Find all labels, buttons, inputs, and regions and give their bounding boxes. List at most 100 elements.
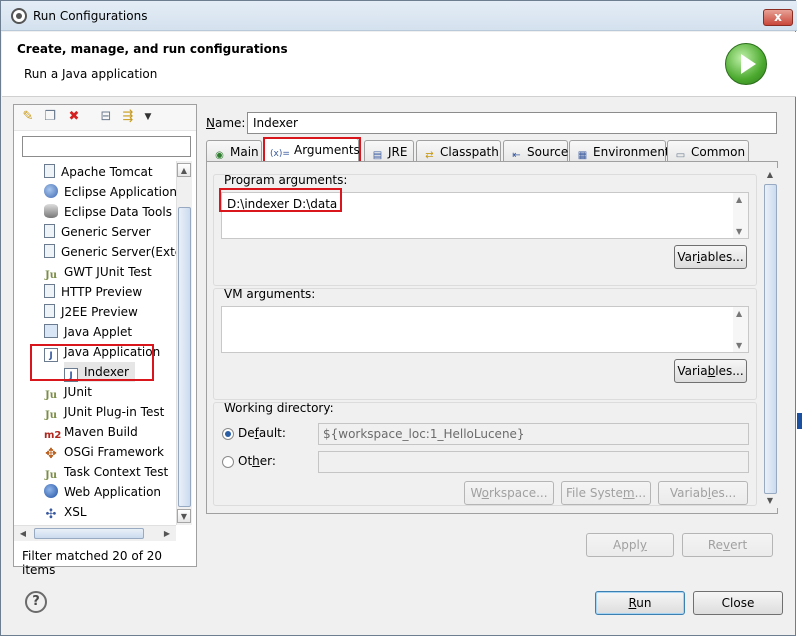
scroll-thumb[interactable] [34, 528, 144, 539]
applet-icon [44, 324, 58, 338]
banner-subtitle: Run a Java application [24, 67, 158, 81]
highlight-java-application [30, 344, 154, 381]
filter-input[interactable] [22, 136, 191, 157]
tree-item-osgi-framework[interactable]: ✥ OSGi Framework [44, 442, 164, 462]
tab-label: Main [230, 145, 259, 159]
run-button[interactable]: Run [595, 591, 685, 615]
tab-classpath[interactable]: ⇄ Classpath [416, 140, 501, 162]
web-app-icon [44, 484, 58, 498]
filter-icon[interactable]: ⇶ [120, 109, 136, 125]
scroll-thumb[interactable] [764, 184, 777, 494]
tree-vertical-scrollbar[interactable]: ▲ ▼ [176, 161, 192, 525]
tree-item-maven-build[interactable]: m2 Maven Build [44, 422, 138, 442]
tree-item-label: JUnit Plug-in Test [64, 405, 165, 419]
tree-item-xsl[interactable]: ✣ XSL [44, 502, 87, 522]
name-label: Name: [206, 116, 246, 130]
tree-item-label: Generic Server [61, 225, 151, 239]
run-icon [725, 43, 767, 85]
tree-item-label: Eclipse Data Tools [64, 205, 172, 219]
junit-icon: Ju [44, 270, 57, 281]
program-arguments-label: Program arguments: [224, 173, 348, 187]
scroll-left-arrow[interactable]: ◀ [16, 527, 30, 541]
tree-horizontal-scrollbar[interactable]: ◀ ▶ [14, 525, 176, 541]
tree-item-label: XSL [64, 505, 87, 519]
tree-item-apache-tomcat[interactable]: Apache Tomcat [44, 162, 153, 182]
duplicate-icon[interactable]: ❐ [42, 109, 58, 125]
window-title: Run Configurations [33, 9, 148, 23]
background-window-edge [797, 413, 802, 429]
default-radio[interactable] [222, 428, 234, 440]
tab-vertical-scrollbar[interactable]: ▲ ▼ [763, 168, 778, 508]
tab-environment[interactable]: ▦ Environment [569, 140, 670, 162]
scroll-up-arrow[interactable]: ▲ [177, 163, 191, 177]
close-window-button[interactable]: x [763, 9, 793, 26]
scroll-down-arrow[interactable]: ▼ [763, 494, 777, 508]
tree-item-label: Maven Build [64, 425, 138, 439]
config-editor: Name: Indexer ◉ Main (x)= Arguments ▤ JRE ⇄… [202, 104, 786, 567]
revert-button[interactable]: Revert [682, 533, 773, 557]
tree-item-label: Task Context Test [64, 465, 169, 479]
tree-item-eclipse-application[interactable]: Eclipse Application [44, 182, 176, 202]
vm-arguments-scrollbar[interactable]: ▲ ▼ [733, 307, 748, 352]
arguments-tab-content: Program arguments: D:\indexer D:\data ▲ … [206, 161, 778, 514]
vm-arguments-field[interactable]: ▲ ▼ [221, 306, 749, 353]
default-directory-field[interactable]: ${workspace_loc:1_HelloLucene} [318, 423, 749, 445]
apply-button[interactable]: Apply [586, 533, 674, 557]
filter-status: Filter matched 20 of 20 items [22, 549, 163, 577]
tree-item-label: Eclipse Application [64, 185, 176, 199]
other-directory-field[interactable] [318, 451, 749, 473]
junit-icon: Ju [44, 390, 57, 401]
scroll-down-arrow[interactable]: ▼ [736, 341, 742, 350]
tree-item-junit[interactable]: Ju JUnit [44, 382, 92, 402]
scroll-thumb[interactable] [178, 207, 191, 507]
tree-item-http-preview[interactable]: HTTP Preview [44, 282, 142, 302]
file-system-button[interactable]: File System... [561, 481, 651, 505]
tree-item-web-application[interactable]: Web Application [44, 482, 161, 502]
tab-common[interactable]: ▭ Common [667, 140, 749, 162]
tree-item-java-applet[interactable]: Java Applet [44, 322, 132, 342]
vm-arguments-group: VM arguments: ▲ ▼ Variables... [213, 287, 757, 400]
other-radio[interactable] [222, 456, 234, 468]
tree-item-task-context-test[interactable]: Ju Task Context Test [44, 462, 168, 482]
delete-icon[interactable]: ✖ [66, 109, 82, 125]
tree-item-eclipse-data-tools[interactable]: Eclipse Data Tools [44, 202, 172, 222]
database-icon [44, 204, 58, 218]
tree-item-j2ee-preview[interactable]: J2EE Preview [44, 302, 138, 322]
tree-item-gwt-junit-test[interactable]: Ju GWT JUnit Test [44, 262, 152, 282]
new-config-icon[interactable]: ✎ [20, 109, 36, 125]
collapse-all-icon[interactable]: ⊟ [98, 109, 114, 125]
server-icon [44, 244, 55, 258]
scroll-right-arrow[interactable]: ▶ [160, 527, 174, 541]
dropdown-icon[interactable]: ▼ [140, 109, 156, 125]
working-dir-variables-button[interactable]: Variables... [658, 481, 748, 505]
tab-label: JRE [388, 145, 408, 159]
tree-item-generic-server[interactable]: Generic Server [44, 222, 151, 242]
scroll-down-arrow[interactable]: ▼ [177, 509, 191, 523]
tree-item-generic-server-external[interactable]: Generic Server(Exte [44, 242, 176, 262]
scroll-down-arrow[interactable]: ▼ [736, 227, 742, 236]
vm-variables-button[interactable]: Variables... [674, 359, 747, 383]
working-directory-group: Working directory: Default: ${workspace_… [213, 401, 757, 506]
scroll-up-arrow[interactable]: ▲ [763, 168, 777, 182]
highlight-arguments-tab [263, 137, 361, 164]
scroll-up-arrow[interactable]: ▲ [736, 195, 742, 204]
config-toolbar: ✎ ❐ ✖ ⊟ ⇶ ▼ [14, 105, 196, 131]
scroll-up-arrow[interactable]: ▲ [736, 309, 742, 318]
server-icon [44, 284, 55, 298]
tree-item-label: OSGi Framework [64, 445, 164, 459]
program-arguments-scrollbar[interactable]: ▲ ▼ [733, 193, 748, 238]
tab-source[interactable]: ⇤ Source [503, 140, 568, 162]
program-variables-button[interactable]: Variables... [674, 245, 747, 269]
tab-label: Environment [593, 145, 670, 159]
tab-label: Common [691, 145, 746, 159]
tab-main[interactable]: ◉ Main [206, 140, 262, 162]
tree-item-junit-plugin-test[interactable]: Ju JUnit Plug-in Test [44, 402, 164, 422]
highlight-program-arguments [219, 188, 342, 212]
server-icon [44, 224, 55, 238]
name-field[interactable]: Indexer [247, 112, 777, 134]
help-icon[interactable]: ? [25, 591, 47, 613]
close-button[interactable]: Close [693, 591, 783, 615]
tree-item-label: J2EE Preview [61, 305, 138, 319]
workspace-button[interactable]: Workspace... [464, 481, 554, 505]
tab-jre[interactable]: ▤ JRE [364, 140, 414, 162]
